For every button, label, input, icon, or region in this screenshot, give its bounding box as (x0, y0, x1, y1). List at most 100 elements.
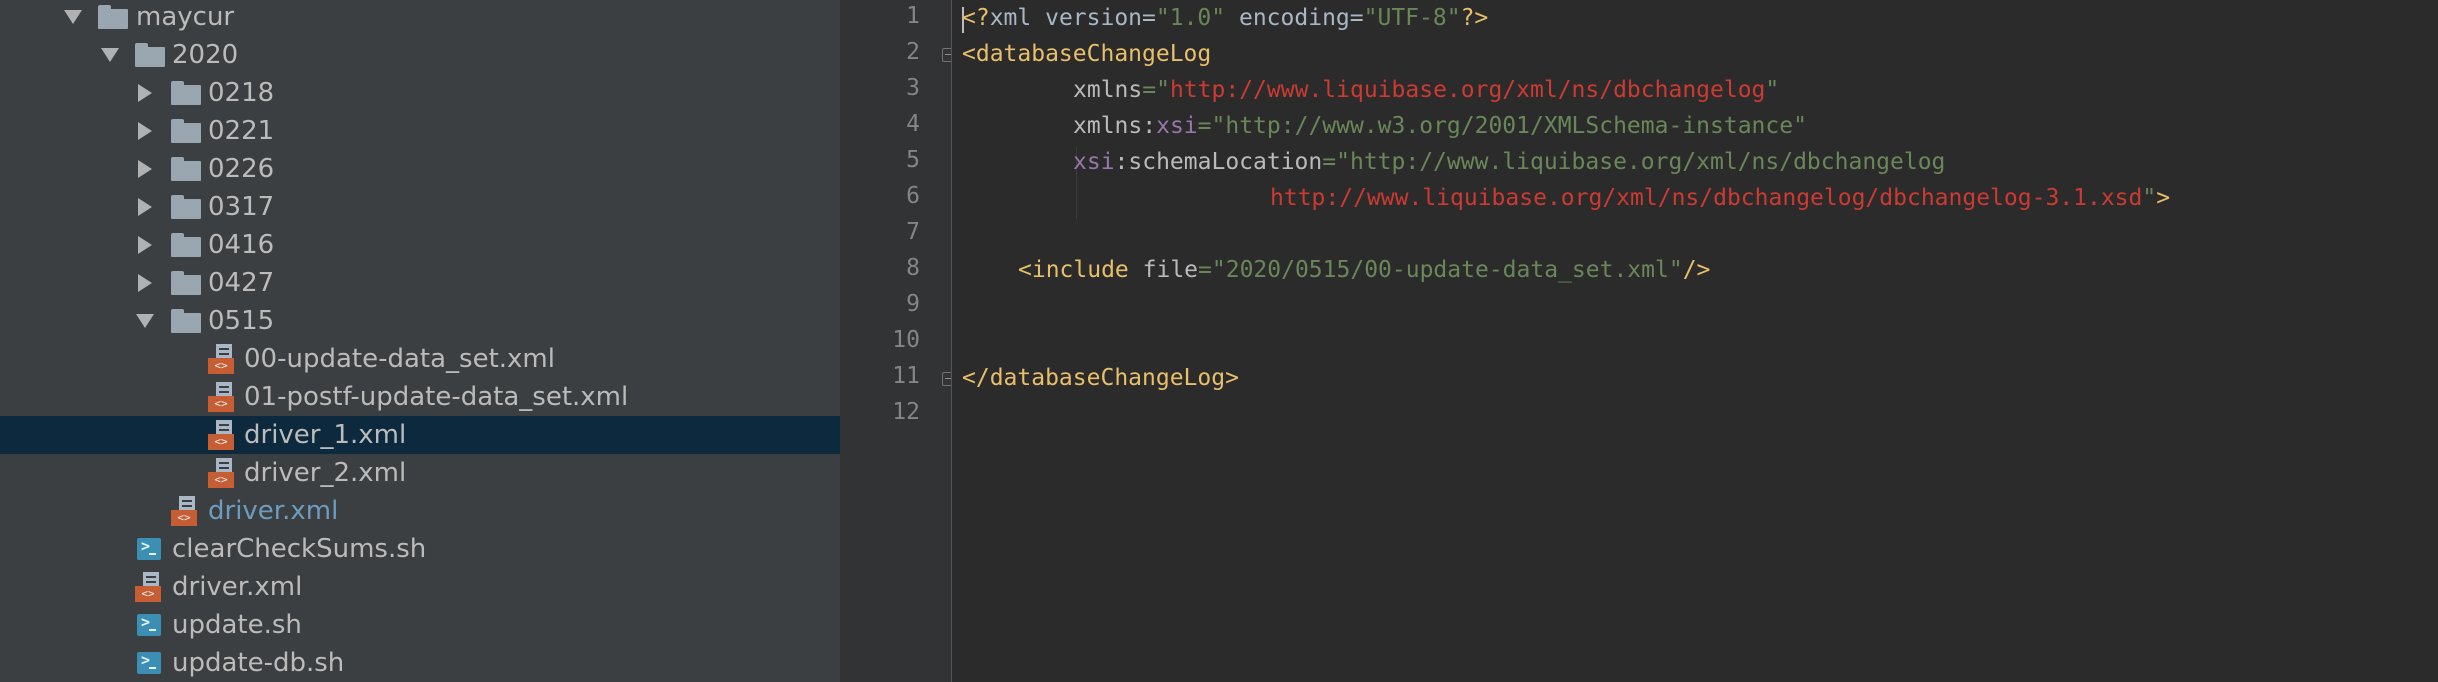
line-number: 12 (892, 399, 920, 425)
code-line-1: <?xml version="1.0" encoding="UTF-8"?> (962, 0, 1488, 36)
xml-decl-open: <? (962, 5, 990, 31)
tree-item-label: driver.xml (172, 572, 303, 602)
tree-item-0317[interactable]: 0317 (0, 188, 840, 226)
xml-file-icon: <> (208, 382, 236, 412)
attr-name: xmlns (1073, 77, 1143, 103)
folder-icon (171, 195, 201, 219)
tree-item-0427[interactable]: 0427 (0, 264, 840, 302)
tree-item-2020[interactable]: 2020 (0, 36, 840, 74)
chevron-right-icon[interactable] (138, 236, 152, 254)
tree-item-label: driver_1.xml (244, 420, 407, 450)
terminal-icon (137, 651, 161, 674)
tree-item-0515[interactable]: 0515 (0, 302, 840, 340)
line-number: 3 (906, 75, 920, 101)
folder-icon (171, 271, 201, 295)
xml-file-icon: <> (208, 344, 236, 374)
tree-item-driver-1[interactable]: <> driver_1.xml (0, 416, 840, 454)
code-line-5: xsi:schemaLocation="http://www.liquibase… (1073, 144, 1945, 180)
line-number: 9 (906, 291, 920, 317)
namespace-prefix: xsi (1156, 113, 1198, 139)
code-line-6: http://www.liquibase.org/xml/ns/dbchange… (1270, 180, 2170, 216)
code-line-2: <databaseChangeLog (962, 36, 1211, 72)
folder-icon (171, 81, 201, 105)
code-line-8: <include file="2020/0515/00-update-data_… (1018, 252, 1710, 288)
colon: : (1142, 113, 1157, 139)
tree-item-label: 0221 (208, 116, 275, 146)
tag-close: /> (1682, 257, 1711, 283)
tree-item-0218[interactable]: 0218 (0, 74, 840, 112)
tree-item-label: driver.xml (208, 496, 339, 526)
tree-item-0416[interactable]: 0416 (0, 226, 840, 264)
line-number: 10 (892, 327, 920, 353)
tree-item-driver-xml-2020[interactable]: <> driver.xml (0, 492, 840, 530)
tree-item-label: maycur (136, 2, 235, 32)
chevron-right-icon[interactable] (138, 274, 152, 292)
quote: " (1765, 77, 1780, 103)
ide-window: maycur 2020 0218 0221 0226 0317 0416 042… (0, 0, 2438, 682)
tree-item-label: 0427 (208, 268, 275, 298)
tree-item-0226[interactable]: 0226 (0, 150, 840, 188)
quote: " (2142, 185, 2157, 211)
tree-item-driver-2[interactable]: <> driver_2.xml (0, 454, 840, 492)
folder-icon (171, 119, 201, 143)
attr-value: "2020/0515/00-update-data_set.xml" (1211, 257, 1683, 283)
attr-equals: = (1349, 5, 1364, 31)
project-tree[interactable]: maycur 2020 0218 0221 0226 0317 0416 042… (0, 0, 840, 682)
tree-item-01-postf-update-data-set[interactable]: <> 01-postf-update-data_set.xml (0, 378, 840, 416)
terminal-icon (137, 613, 161, 636)
attr-name: file (1142, 257, 1199, 283)
url-value: http://www.liquibase.org/xml/ns/dbchange… (1270, 185, 2143, 211)
chevron-down-icon[interactable] (136, 314, 154, 328)
tree-item-maycur[interactable]: maycur (0, 0, 840, 36)
line-number: 7 (906, 219, 920, 245)
chevron-down-icon[interactable] (101, 48, 119, 62)
xml-file-icon: <> (208, 458, 236, 488)
code-line-3: xmlns="http://www.liquibase.org/xml/ns/d… (1073, 72, 1779, 108)
attr-equals: = (1197, 113, 1212, 139)
tree-item-label: 0515 (208, 306, 275, 336)
attr-name: version (1045, 5, 1143, 31)
tree-item-clear-check-sums[interactable]: clearCheckSums.sh (0, 530, 840, 568)
attr-name: xmlns (1073, 113, 1143, 139)
code-line-11: </databaseChangeLog> (962, 360, 1239, 396)
tree-item-label: 0218 (208, 78, 275, 108)
line-number-gutter[interactable]: 1 2 3 4 5 6 7 8 9 10 11 12 (840, 0, 956, 682)
tree-item-00-update-data-set[interactable]: <> 00-update-data_set.xml (0, 340, 840, 378)
line-number: 2 (906, 39, 920, 65)
url-value: http://www.liquibase.org/xml/ns/dbchange… (1169, 77, 1766, 103)
tree-item-update-sh[interactable]: update.sh (0, 606, 840, 644)
code-line-4: xmlns:xsi="http://www.w3.org/2001/XMLSch… (1073, 108, 1807, 144)
attr-value: "UTF-8" (1363, 5, 1461, 31)
folder-icon (135, 43, 165, 67)
attr-equals: = (1142, 5, 1156, 31)
chevron-right-icon[interactable] (138, 198, 152, 216)
folder-icon (98, 5, 128, 29)
chevron-right-icon[interactable] (138, 84, 152, 102)
tree-item-label: 01-postf-update-data_set.xml (244, 382, 629, 412)
tree-item-driver-xml[interactable]: <> driver.xml (0, 568, 840, 606)
chevron-right-icon[interactable] (138, 160, 152, 178)
line-number: 1 (906, 3, 920, 29)
terminal-icon (137, 537, 161, 560)
chevron-right-icon[interactable] (138, 122, 152, 140)
xml-decl-name: xml (989, 5, 1046, 31)
attr-value: "http://www.liquibase.org/xml/ns/dbchang… (1336, 149, 1946, 175)
close-tag: </databaseChangeLog> (962, 365, 1239, 391)
line-number: 8 (906, 255, 920, 281)
tree-item-label: 0226 (208, 154, 275, 184)
chevron-down-icon[interactable] (64, 10, 82, 24)
tree-item-label: clearCheckSums.sh (172, 534, 427, 564)
line-number: 11 (892, 363, 920, 389)
folder-icon (171, 233, 201, 257)
xml-file-icon: <> (208, 420, 236, 450)
tree-item-label: update.sh (172, 610, 302, 640)
tree-item-0221[interactable]: 0221 (0, 112, 840, 150)
attr-equals: = (1322, 149, 1337, 175)
attr-value: "http://www.w3.org/2001/XMLSchema-instan… (1211, 113, 1807, 139)
tree-item-label: 0317 (208, 192, 275, 222)
tree-item-update-db-sh[interactable]: update-db.sh (0, 644, 840, 682)
line-number: 6 (906, 183, 920, 209)
line-number: 5 (906, 147, 920, 173)
xml-decl-close: ?> (1460, 5, 1489, 31)
tree-item-label: driver_2.xml (244, 458, 407, 488)
